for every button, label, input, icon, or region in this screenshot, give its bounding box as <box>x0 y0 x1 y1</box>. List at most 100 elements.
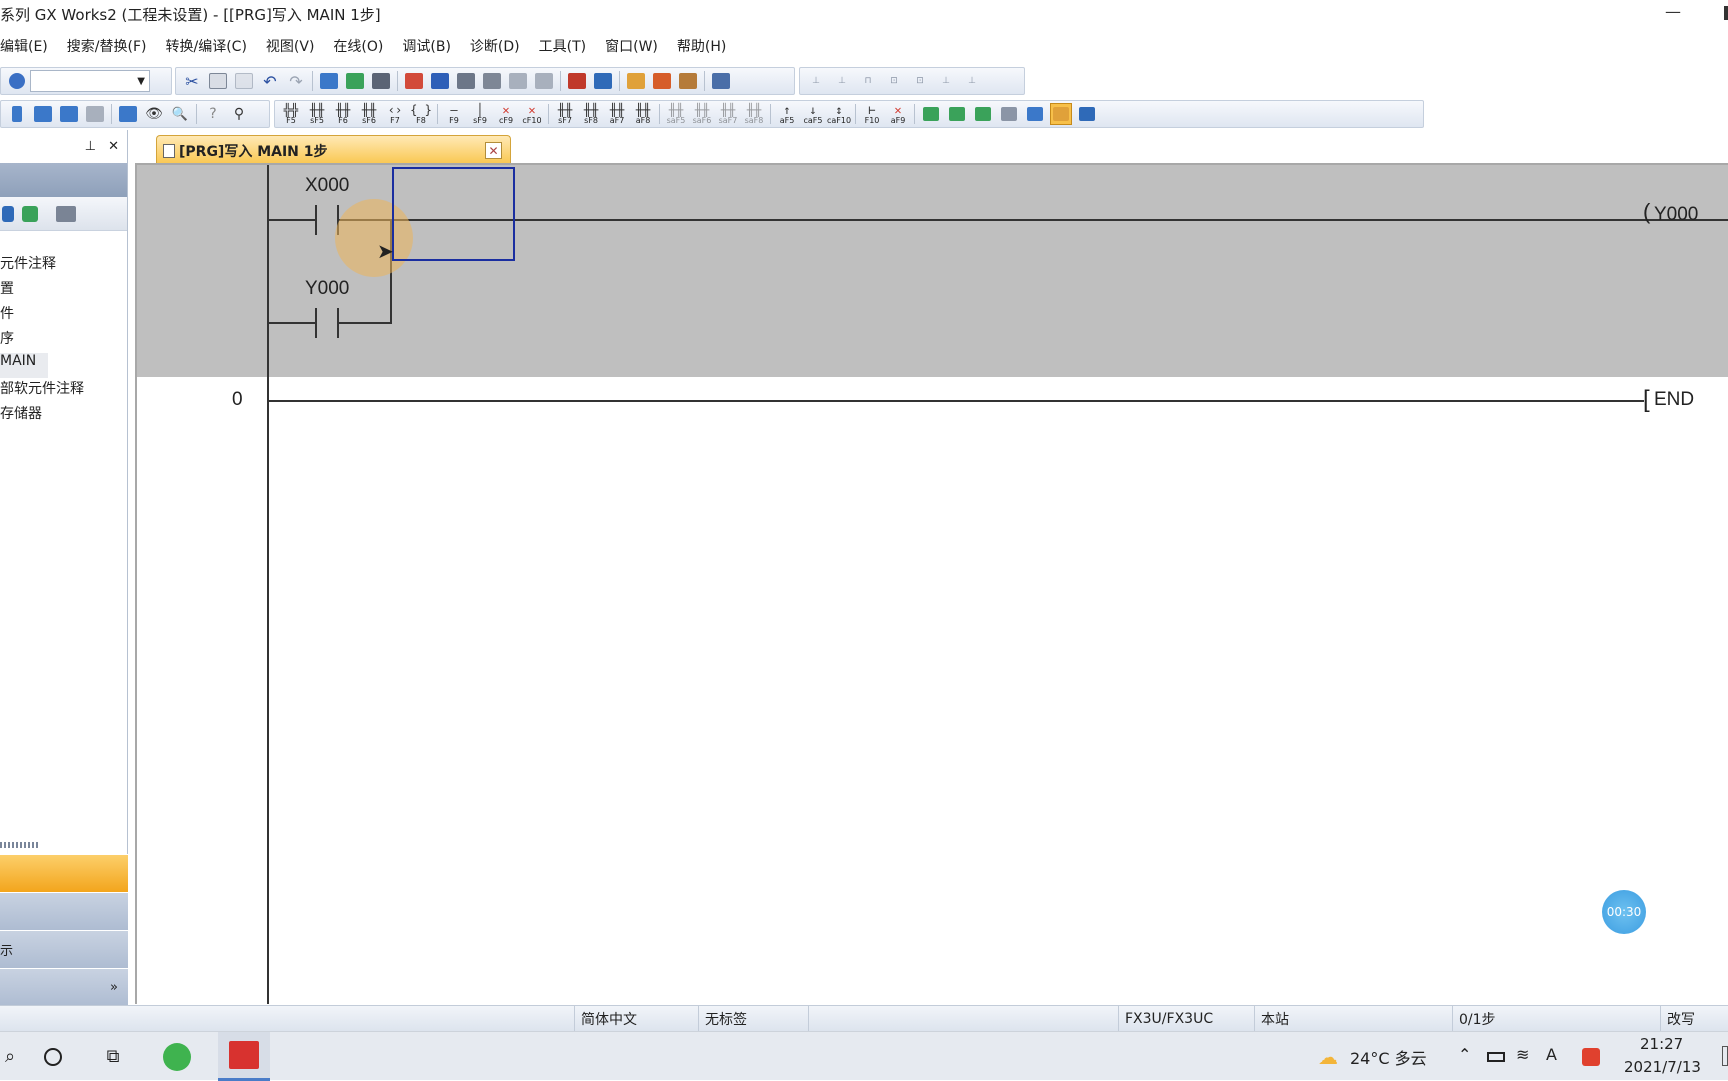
ladder-key-20[interactable]: ↕ caF10 <box>826 101 852 127</box>
monitor-stop-icon[interactable] <box>592 70 614 92</box>
monitor-start-icon[interactable] <box>566 70 588 92</box>
ladder-key-3[interactable]: ╫╫ sF6 <box>356 101 382 127</box>
ladder-key-11[interactable]: ╫╫ sF8 <box>578 101 604 127</box>
tree-item-component[interactable]: 件 <box>0 303 127 328</box>
device-batch2-icon[interactable] <box>84 103 106 125</box>
menu-diagnostics[interactable]: 诊断(D) <box>470 36 520 56</box>
watch-register-icon[interactable] <box>651 70 673 92</box>
verify-icon[interactable] <box>455 70 477 92</box>
nav-tab-connection[interactable]: 示 <box>0 930 128 968</box>
menu-edit[interactable]: 编辑(E) <box>0 36 48 56</box>
ladder-key-0[interactable]: ╬╬ F5 <box>278 101 304 127</box>
display-icon[interactable] <box>710 70 732 92</box>
cortana-icon[interactable] <box>30 1032 76 1081</box>
tab-prg-main[interactable]: [PRG]写入 MAIN 1步 ✕ <box>156 135 511 165</box>
ladder-key-21[interactable]: ⊢ F10 <box>859 101 885 127</box>
sogou-icon[interactable] <box>1578 1032 1604 1081</box>
cut-icon[interactable]: ✂ <box>181 70 203 92</box>
ladder-key-4[interactable]: ‹› F7 <box>382 101 408 127</box>
ladder-branch-icon[interactable]: ⊓ <box>857 70 879 92</box>
read-from-plc-icon[interactable] <box>429 70 451 92</box>
help-circle-icon[interactable]: ? <box>202 103 224 125</box>
ladder-key-22[interactable]: ✕ aF9 <box>885 101 911 127</box>
undo-icon[interactable]: ↶ <box>259 70 281 92</box>
menu-tools[interactable]: 工具(T) <box>539 36 586 56</box>
ladder-key-1[interactable]: ╫╫ sF5 <box>304 101 330 127</box>
contact-x000-label[interactable]: X000 <box>305 175 349 197</box>
convert-icon[interactable] <box>1024 103 1046 125</box>
task-view-icon[interactable]: ⧉ <box>90 1032 136 1081</box>
contact-y000-label[interactable]: Y000 <box>305 278 349 300</box>
find-next-icon[interactable] <box>507 70 529 92</box>
weather-text[interactable]: 24°C 多云 <box>1350 1045 1427 1069</box>
wifi-icon[interactable]: ≋ <box>1516 1045 1529 1064</box>
battery-icon[interactable] <box>1484 1032 1508 1081</box>
statement-icon[interactable] <box>946 103 968 125</box>
ladder-key-10[interactable]: ╫╫ sF7 <box>552 101 578 127</box>
tree-item-device-comment[interactable]: 元件注释 <box>0 253 127 278</box>
end-instruction[interactable]: END <box>1654 389 1694 411</box>
device-init-icon[interactable] <box>117 103 139 125</box>
tree-item-program[interactable]: 序 <box>0 328 127 353</box>
gxworks-app-icon[interactable] <box>218 1032 270 1081</box>
project-combo[interactable]: ▼ <box>30 70 150 92</box>
info-icon[interactable] <box>2 205 14 222</box>
minimize-button[interactable]: — <box>1650 2 1696 26</box>
watch-clear-icon[interactable] <box>677 70 699 92</box>
ladder-key-8[interactable]: ✕ cF9 <box>493 101 519 127</box>
device-batch-icon[interactable] <box>370 70 392 92</box>
coil-y000-label[interactable]: Y000 <box>1654 204 1698 226</box>
ladder-key-15[interactable]: ╫╫ saF6 <box>689 101 715 127</box>
tree-item-main[interactable]: MAIN <box>0 353 48 378</box>
start-icon[interactable]: ⌕ <box>0 1032 20 1081</box>
device-icon[interactable] <box>318 70 340 92</box>
mode-toggle-icon[interactable] <box>998 103 1020 125</box>
nav-tab-project[interactable] <box>0 854 128 892</box>
help-icon[interactable] <box>6 70 28 92</box>
note-icon[interactable] <box>972 103 994 125</box>
ladder-key-18[interactable]: ↑ aF5 <box>774 101 800 127</box>
project-tool-icon[interactable] <box>56 205 76 222</box>
tab-close-icon[interactable]: ✕ <box>485 142 502 159</box>
ladder-key-17[interactable]: ╫╫ saF8 <box>741 101 767 127</box>
binoculars-icon[interactable]: ⚲ <box>228 103 250 125</box>
clock-time[interactable]: 21:27 <box>1640 1035 1683 1053</box>
nav-close-icon[interactable]: ✕ <box>108 139 119 154</box>
find-prev-icon[interactable] <box>533 70 555 92</box>
ladder-comment-icon[interactable] <box>920 103 942 125</box>
splitter-grip[interactable] <box>0 842 38 848</box>
menu-search-replace[interactable]: 搜索/替换(F) <box>67 36 147 56</box>
nav-expand-button[interactable]: » <box>0 968 128 1006</box>
ladder-down-icon[interactable]: ⊥ <box>831 70 853 92</box>
ladder-tool2-icon[interactable]: ⊥ <box>961 70 983 92</box>
project-view-icon[interactable] <box>6 103 28 125</box>
ladder-edit-icon[interactable]: ⊡ <box>883 70 905 92</box>
find-icon[interactable] <box>481 70 503 92</box>
menu-help[interactable]: 帮助(H) <box>677 36 726 56</box>
zoom-icon[interactable] <box>1076 103 1098 125</box>
ladder-key-12[interactable]: ╫╫ aF7 <box>604 101 630 127</box>
menu-window[interactable]: 窗口(W) <box>605 36 658 56</box>
device-list-icon[interactable] <box>344 70 366 92</box>
refresh-icon[interactable] <box>22 205 38 222</box>
ladder-up-icon[interactable]: ⊥ <box>805 70 827 92</box>
menu-view[interactable]: 视图(V) <box>266 36 315 56</box>
clock-date[interactable]: 2021/7/13 <box>1624 1058 1701 1076</box>
paste-icon[interactable] <box>233 70 255 92</box>
tree-item-local-comment[interactable]: 部软元件注释 <box>0 378 127 403</box>
menu-convert-compile[interactable]: 转换/编译(C) <box>165 36 246 56</box>
show-desktop-button[interactable] <box>1722 1046 1728 1066</box>
browser-app-icon[interactable] <box>154 1032 200 1081</box>
ime-indicator[interactable]: A <box>1546 1045 1557 1064</box>
ladder-key-6[interactable]: — F9 <box>441 101 467 127</box>
ladder-key-7[interactable]: │ sF9 <box>467 101 493 127</box>
tree-item-settings[interactable]: 置 <box>0 278 127 303</box>
ladder-editor[interactable]: X000 ( Y000 Y000 ➤ 0 [ END 00:30 <box>135 163 1728 1004</box>
zoom-dropdown-icon[interactable]: 🔍 <box>169 103 191 125</box>
ladder-key-16[interactable]: ╫╫ saF7 <box>715 101 741 127</box>
ladder-edit2-icon[interactable]: ⊡ <box>909 70 931 92</box>
ladder-key-2[interactable]: ╫╫ F6 <box>330 101 356 127</box>
copy-icon[interactable] <box>207 70 229 92</box>
ladder-key-9[interactable]: ✕ cF10 <box>519 101 545 127</box>
tree-item-memory[interactable]: 存储器 <box>0 403 127 428</box>
